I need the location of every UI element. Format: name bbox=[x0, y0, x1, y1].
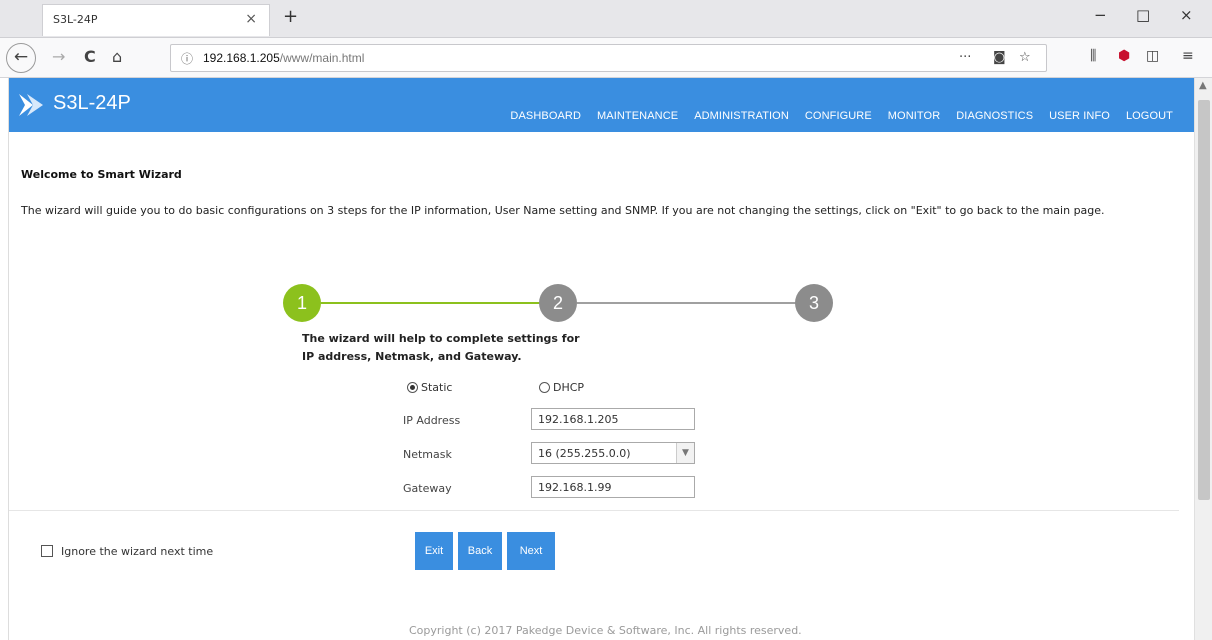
step-connector-1-2 bbox=[321, 302, 547, 304]
page-scrollbar[interactable]: ▲ bbox=[1194, 78, 1212, 640]
logo-icon bbox=[19, 94, 43, 116]
wizard-description: The wizard will guide you to do basic co… bbox=[21, 204, 1105, 217]
ip-address-input[interactable] bbox=[531, 408, 695, 430]
back-wizard-button[interactable]: Back bbox=[458, 532, 502, 570]
scroll-thumb[interactable] bbox=[1198, 100, 1210, 500]
hamburger-menu-icon[interactable]: ≡ bbox=[1182, 48, 1194, 64]
gateway-label: Gateway bbox=[403, 482, 452, 495]
page-viewport: S3L-24P DASHBOARD MAINTENANCE ADMINISTRA… bbox=[8, 78, 1195, 640]
menu-administration[interactable]: ADMINISTRATION bbox=[694, 110, 789, 122]
static-radio[interactable] bbox=[407, 382, 418, 393]
menu-dashboard[interactable]: DASHBOARD bbox=[510, 110, 581, 122]
chevron-down-icon[interactable]: ▼ bbox=[676, 443, 694, 463]
next-button[interactable]: Next bbox=[507, 532, 555, 570]
menu-monitor[interactable]: MONITOR bbox=[888, 110, 940, 122]
close-tab-icon[interactable]: × bbox=[245, 11, 257, 27]
browser-tab[interactable]: S3L-24P × bbox=[42, 4, 270, 36]
app-header: S3L-24P DASHBOARD MAINTENANCE ADMINISTRA… bbox=[9, 78, 1195, 132]
menu-maintenance[interactable]: MAINTENANCE bbox=[597, 110, 678, 122]
browser-nav-bar: ← → C ⌂ ⓘ 192.168.1.205/www/main.html ··… bbox=[0, 38, 1212, 78]
wizard-intro-line1: The wizard will help to complete setting… bbox=[302, 332, 580, 345]
url-path: /www/main.html bbox=[279, 51, 365, 65]
menu-diagnostics[interactable]: DIAGNOSTICS bbox=[956, 110, 1033, 122]
back-button[interactable]: ← bbox=[6, 43, 36, 73]
menu-configure[interactable]: CONFIGURE bbox=[805, 110, 872, 122]
library-icon[interactable]: ⫼ bbox=[1090, 48, 1096, 64]
url-text: 192.168.1.205/www/main.html bbox=[203, 51, 364, 65]
browser-tab-bar: S3L-24P × + − □ × bbox=[0, 0, 1212, 38]
step-connector-2-3 bbox=[577, 302, 803, 304]
forward-button[interactable]: → bbox=[52, 47, 65, 66]
new-tab-button[interactable]: + bbox=[283, 6, 298, 27]
gateway-input[interactable] bbox=[531, 476, 695, 498]
netmask-label: Netmask bbox=[403, 448, 452, 461]
address-bar[interactable]: ⓘ 192.168.1.205/www/main.html ··· ◙ ☆ bbox=[170, 44, 1047, 72]
minimize-icon[interactable]: − bbox=[1094, 6, 1107, 24]
wizard-intro: The wizard will help to complete setting… bbox=[302, 330, 580, 366]
dhcp-radio-label: DHCP bbox=[553, 381, 585, 394]
reload-icon[interactable]: C bbox=[84, 47, 96, 66]
window-close-icon[interactable]: × bbox=[1180, 6, 1193, 24]
step-1-indicator: 1 bbox=[283, 284, 321, 322]
home-icon[interactable]: ⌂ bbox=[112, 47, 122, 66]
extension-shield-icon[interactable]: ⬢ bbox=[1118, 48, 1130, 64]
page-actions-icon[interactable]: ··· bbox=[959, 50, 971, 65]
ip-address-label: IP Address bbox=[403, 414, 461, 427]
menu-user-info[interactable]: USER INFO bbox=[1049, 110, 1110, 122]
static-radio-label: Static bbox=[421, 381, 453, 394]
sidebar-icon[interactable]: ◫ bbox=[1146, 48, 1159, 64]
page-title: Welcome to Smart Wizard bbox=[21, 168, 182, 181]
netmask-select[interactable]: 16 (255.255.0.0) ▼ bbox=[531, 442, 695, 464]
ignore-wizard-checkbox[interactable] bbox=[41, 545, 53, 557]
tab-title: S3L-24P bbox=[53, 13, 98, 26]
bookmark-star-icon[interactable]: ☆ bbox=[1019, 50, 1031, 65]
copyright-text: Copyright (c) 2017 Pakedge Device & Soft… bbox=[409, 624, 802, 637]
pocket-icon[interactable]: ◙ bbox=[993, 50, 1006, 65]
step-3-indicator: 3 bbox=[795, 284, 833, 322]
url-host: 192.168.1.205 bbox=[203, 51, 280, 65]
section-divider bbox=[9, 510, 1179, 511]
scroll-up-icon[interactable]: ▲ bbox=[1199, 80, 1207, 91]
maximize-icon[interactable]: □ bbox=[1136, 6, 1150, 24]
brand-name: S3L-24P bbox=[53, 92, 131, 114]
exit-button[interactable]: Exit bbox=[415, 532, 453, 570]
dhcp-radio[interactable] bbox=[539, 382, 550, 393]
wizard-intro-line2: IP address, Netmask, and Gateway. bbox=[302, 350, 522, 363]
step-2-indicator: 2 bbox=[539, 284, 577, 322]
site-info-icon[interactable]: ⓘ bbox=[181, 50, 193, 67]
menu-logout[interactable]: LOGOUT bbox=[1126, 110, 1173, 122]
main-menu: DASHBOARD MAINTENANCE ADMINISTRATION CON… bbox=[510, 110, 1173, 122]
ignore-wizard-label[interactable]: Ignore the wizard next time bbox=[61, 545, 213, 558]
netmask-value: 16 (255.255.0.0) bbox=[538, 447, 631, 460]
